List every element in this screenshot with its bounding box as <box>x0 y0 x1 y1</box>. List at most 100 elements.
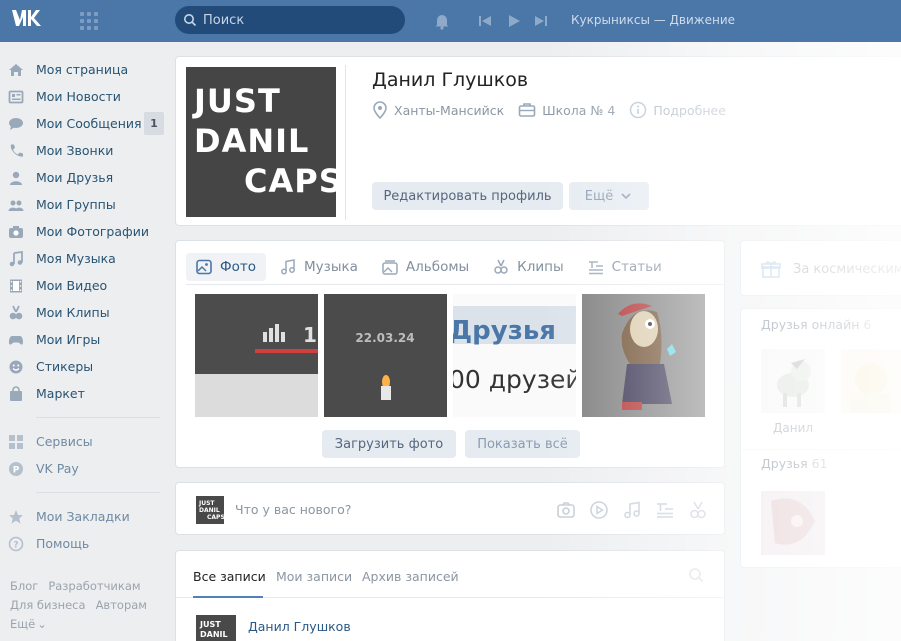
nav-item-messages[interactable]: Мои Сообщения 1 <box>0 110 170 137</box>
photo-thumbnail[interactable] <box>582 294 705 417</box>
photo-content: Друзья 00 друзей <box>453 306 576 394</box>
avatar-text-line: DANIL <box>200 630 228 639</box>
vk-logo-icon[interactable] <box>10 8 44 34</box>
search-input[interactable]: Поиск <box>175 6 405 34</box>
camera-icon <box>8 224 24 240</box>
clips-icon[interactable] <box>688 500 708 520</box>
tab-label: Клипы <box>517 258 564 275</box>
clips-icon <box>494 259 508 274</box>
apps-grid-icon[interactable] <box>80 12 98 30</box>
clips-icon <box>8 305 24 321</box>
friends-online-header[interactable]: Друзья онлайн 6 <box>761 317 871 332</box>
wall-card: Все записи Мои записи Архив записей JUST… <box>175 550 726 641</box>
profile-details-link[interactable]: Подробнее <box>629 101 726 119</box>
tab-photos[interactable]: Фото <box>186 252 267 281</box>
nav-item-photos[interactable]: Мои Фотографии <box>0 218 170 245</box>
nav-item-market[interactable]: Маркет <box>0 380 170 407</box>
photo-friends-count: 00 друзей <box>453 365 576 394</box>
nav-item-groups[interactable]: Мои Группы <box>0 191 170 218</box>
divider <box>741 449 901 450</box>
new-post-input[interactable]: Что у вас нового? <box>235 502 351 517</box>
footer-link-developers[interactable]: Разработчикам <box>48 579 140 593</box>
photo-thumbnail[interactable]: 1( <box>195 294 318 417</box>
profile-school[interactable]: Школа № 4 <box>518 102 615 118</box>
gamepad-icon <box>8 332 24 348</box>
tab-my-posts[interactable]: Мои записи <box>276 569 352 584</box>
albums-icon <box>382 259 398 275</box>
search-icon[interactable] <box>688 567 704 583</box>
tab-all-posts[interactable]: Все записи <box>193 569 266 584</box>
nav-item-bookmarks[interactable]: Мои Закладки <box>0 503 170 530</box>
photo-friends-word: Друзья <box>453 316 556 346</box>
nav-item-vkpay[interactable]: P VK Pay <box>0 455 170 482</box>
nav-item-services[interactable]: Сервисы <box>0 428 170 455</box>
tab-music[interactable]: Музыка <box>270 253 368 281</box>
tab-clips[interactable]: Клипы <box>483 253 573 281</box>
group-icon <box>8 197 24 213</box>
article-icon[interactable] <box>655 500 675 520</box>
avatar-text-line: DANIL <box>199 507 220 514</box>
play-icon[interactable] <box>506 13 522 29</box>
now-playing-track[interactable]: Кукрыниксы — Движение <box>571 13 735 27</box>
more-button[interactable]: Ещё <box>569 182 649 210</box>
upload-photo-button[interactable]: Загрузить фото <box>322 430 456 458</box>
nav-item-video[interactable]: Мои Видео <box>0 272 170 299</box>
friends-online-label: Друзья онлайн <box>761 317 860 332</box>
nav-label: Мои Группы <box>36 197 116 212</box>
photo-content <box>582 294 705 417</box>
tab-label: Статьи <box>611 258 662 275</box>
avatar-text-line: JUST <box>194 82 281 120</box>
video-play-icon[interactable] <box>589 500 609 520</box>
nav-item-my-page[interactable]: Моя страница <box>0 56 170 83</box>
divider <box>345 65 346 220</box>
new-post-box: JUST DANIL CAPS Что у вас нового? <box>175 482 725 535</box>
friends-header[interactable]: Друзья 61 <box>761 456 828 471</box>
photo-thumbnail[interactable]: 22.03.24 <box>324 294 447 417</box>
nav-item-clips[interactable]: Мои Клипы <box>0 299 170 326</box>
profile-card: JUST DANIL CAPS Данил Глушков Ханты-Манс… <box>175 56 901 226</box>
media-tabs: Фото Музыка Альбомы Клипы Статьи <box>186 249 724 285</box>
music-icon[interactable] <box>622 500 642 520</box>
chevron-down-icon <box>621 193 631 200</box>
nav-item-friends[interactable]: Мои Друзья <box>0 164 170 191</box>
next-track-icon[interactable] <box>533 13 549 29</box>
nav-item-stickers[interactable]: Стикеры <box>0 353 170 380</box>
post-author-name[interactable]: Данил Глушков <box>248 619 351 634</box>
nav-item-calls[interactable]: Мои Звонки <box>0 137 170 164</box>
tab-archive[interactable]: Архив записей <box>362 569 459 584</box>
footer-link-business[interactable]: Для бизнеса <box>10 598 86 612</box>
camera-icon[interactable] <box>556 500 576 520</box>
profile-avatar[interactable]: JUST DANIL CAPS <box>186 67 342 217</box>
nav-label: Мои Закладки <box>36 509 130 524</box>
friend-avatar[interactable] <box>841 349 901 413</box>
nav-item-games[interactable]: Мои Игры <box>0 326 170 353</box>
footer-link-more[interactable]: Ещё <box>10 617 35 631</box>
user-avatar[interactable]: JUST DANIL CAPS <box>196 496 225 524</box>
bell-icon[interactable] <box>433 12 451 30</box>
photo-thumbnail[interactable]: Друзья 00 друзей <box>453 294 576 417</box>
show-all-button[interactable]: Показать всё <box>465 430 580 458</box>
friend-avatar[interactable] <box>761 349 825 413</box>
edit-profile-button[interactable]: Редактировать профиль <box>372 182 563 210</box>
messages-count-badge[interactable]: 1 <box>144 112 164 135</box>
footer-links: Блог Разработчикам Для бизнеса Авторам Ещё… <box>10 577 170 634</box>
nav-item-help[interactable]: ? Помощь <box>0 530 170 557</box>
gift-link[interactable]: За космическими <box>761 259 901 279</box>
music-icon <box>281 258 295 274</box>
tab-articles[interactable]: Статьи <box>578 253 672 281</box>
friend-avatar[interactable] <box>761 491 825 555</box>
nav-item-music[interactable]: Моя Музыка <box>0 245 170 272</box>
profile-city[interactable]: Ханты-Мансийск <box>372 101 504 119</box>
photo-counter-text: 1( <box>303 323 318 347</box>
post-author-avatar[interactable]: JUST DANIL CAPS <box>196 615 236 641</box>
phone-icon <box>8 143 24 159</box>
footer-link-blog[interactable]: Блог <box>10 579 38 593</box>
tab-albums[interactable]: Альбомы <box>372 253 479 281</box>
nav-item-news[interactable]: Мои Новости <box>0 83 170 110</box>
gift-label: За космическими <box>793 261 901 277</box>
tab-label: Альбомы <box>405 258 470 275</box>
chevron-down-icon: ⌄ <box>37 617 47 631</box>
prev-track-icon[interactable] <box>477 13 493 29</box>
footer-link-authors[interactable]: Авторам <box>96 598 147 612</box>
friend-name[interactable]: Данил <box>773 421 813 435</box>
